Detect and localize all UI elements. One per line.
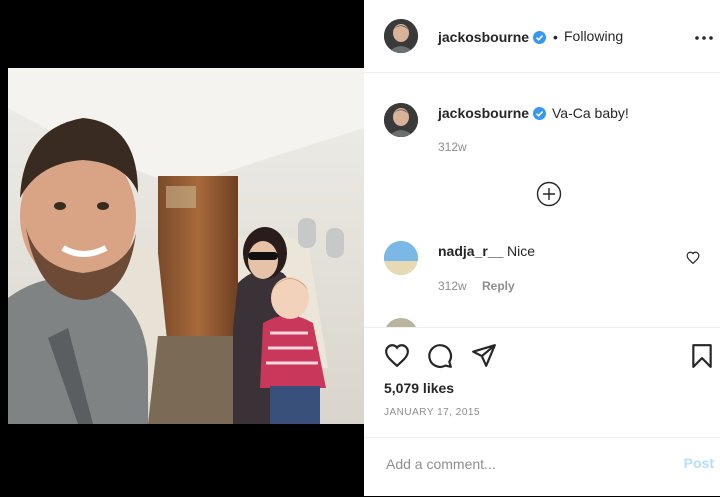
add-comment-bar: Post <box>364 437 720 497</box>
header-separator: • <box>553 29 558 45</box>
comment-like-heart-icon[interactable] <box>686 251 700 264</box>
post-photo[interactable] <box>8 68 364 424</box>
share-icon[interactable] <box>471 343 497 368</box>
comment-age: 312w <box>438 279 467 293</box>
likes-count[interactable]: 5,079 likes <box>384 380 454 396</box>
photo-illustration <box>8 68 364 424</box>
bookmark-icon[interactable] <box>691 343 713 369</box>
following-button[interactable]: Following <box>564 28 623 44</box>
post-date: JANUARY 17, 2015 <box>384 407 481 418</box>
post-details-panel: jackosbourne • Following jackosbourne Va… <box>364 0 720 496</box>
comment-username[interactable]: nadja_r__ <box>438 243 503 259</box>
caption-age: 312w <box>438 140 467 154</box>
post-media <box>0 0 364 496</box>
comment-icon[interactable] <box>427 343 453 369</box>
post-actions: 5,079 likes JANUARY 17, 2015 <box>364 327 720 438</box>
post-comment-button[interactable]: Post <box>684 455 714 471</box>
partially-hidden-comment <box>364 300 720 327</box>
more-options-icon[interactable] <box>695 36 713 40</box>
verified-badge-icon <box>533 107 546 120</box>
load-more-comments-icon[interactable] <box>536 181 562 207</box>
comment-reply-button[interactable]: Reply <box>482 279 515 293</box>
author-username[interactable]: jackosbourne <box>438 29 529 45</box>
caption-username[interactable]: jackosbourne <box>438 105 529 121</box>
commenter-avatar[interactable] <box>384 241 418 275</box>
author-avatar[interactable] <box>384 19 418 53</box>
post-header: jackosbourne • Following <box>364 0 720 73</box>
hidden-commenter-avatar <box>384 318 418 327</box>
add-comment-input[interactable] <box>384 455 648 473</box>
caption-text: Va-Ca baby! <box>552 105 629 121</box>
verified-badge-icon <box>533 31 546 44</box>
comment-text: Nice <box>507 243 536 259</box>
caption-author-avatar[interactable] <box>384 103 418 137</box>
heart-icon[interactable] <box>384 343 410 367</box>
